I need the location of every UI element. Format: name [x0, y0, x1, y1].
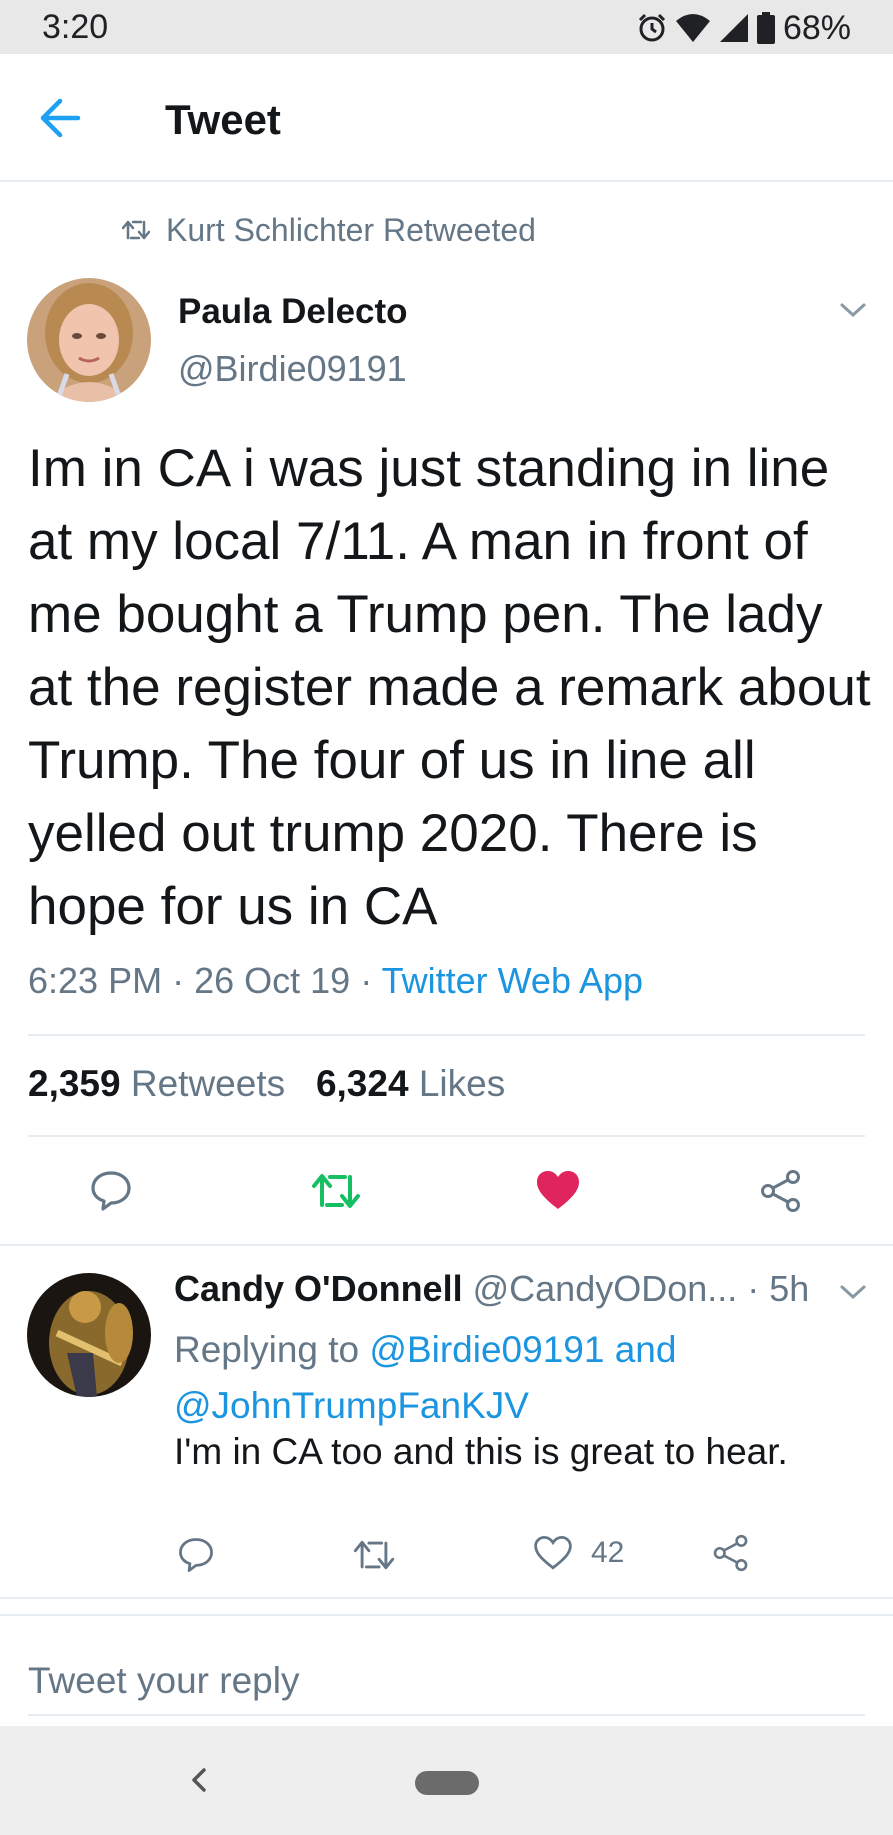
retweet-context: Kurt Schlichter Retweeted — [122, 210, 536, 250]
signal-icon — [719, 14, 748, 42]
wifi-icon — [675, 14, 710, 42]
section-divider — [0, 1597, 893, 1599]
tweet-text: Im in CA i was just standing in line at … — [28, 439, 871, 936]
reply-author-avatar[interactable] — [27, 1273, 151, 1397]
meta-separator: · — [172, 960, 185, 1001]
tweet-menu-button[interactable] — [838, 300, 868, 320]
tweet-stats: 2,359 Retweets 6,324 Likes — [28, 1063, 505, 1105]
retweets-label: Retweets — [130, 1063, 286, 1104]
reply-retweet-button[interactable] — [352, 1538, 396, 1572]
status-time: 3:20 — [42, 8, 109, 46]
heart-filled-icon — [537, 1171, 579, 1209]
tweet-time: 6:23 PM — [28, 960, 163, 1001]
author-avatar[interactable] — [27, 278, 151, 402]
share-icon — [761, 1170, 800, 1212]
likes-label: Likes — [418, 1063, 506, 1104]
retweet-icon — [122, 220, 150, 240]
author-handle[interactable]: @Birdie09191 — [178, 348, 407, 390]
retweet-icon — [312, 1174, 360, 1208]
divider — [28, 1034, 865, 1036]
battery-icon — [756, 12, 775, 44]
back-button[interactable] — [38, 96, 86, 140]
reply-author-handle[interactable]: @CandyODon... — [473, 1268, 738, 1309]
tweet-date: 26 Oct 19 — [194, 960, 351, 1001]
reply-like-count: 42 — [591, 1536, 625, 1569]
battery-percent: 68% — [782, 8, 851, 47]
comment-icon — [179, 1538, 213, 1572]
chevron-down-icon — [840, 1285, 866, 1300]
share-icon — [713, 1534, 748, 1572]
replying-to: Replying to @Birdie09191 and @JohnTrumpF… — [174, 1322, 864, 1434]
divider — [28, 1135, 865, 1137]
comment-icon — [91, 1171, 131, 1211]
compose-top-divider — [0, 1614, 893, 1616]
reply-button[interactable] — [89, 1169, 133, 1213]
replying-to-prefix: Replying to — [174, 1329, 360, 1370]
reply-share-button[interactable] — [712, 1534, 750, 1572]
tweet-metadata: 6:23 PM · 26 Oct 19 · Twitter Web App — [28, 960, 643, 1002]
chevron-down-icon — [840, 303, 866, 318]
arrow-left-icon — [40, 98, 81, 138]
reply-avatar-image — [27, 1273, 151, 1397]
page-title: Tweet — [165, 96, 281, 143]
status-bar: 3:20 68% — [0, 0, 893, 54]
likes-count: 6,324 — [315, 1063, 409, 1104]
likes-stat[interactable]: 6,324 Likes — [316, 1063, 505, 1104]
reply-header: Candy O'Donnell @CandyODon... · 5h — [174, 1268, 809, 1310]
meta-separator: · — [360, 960, 373, 1001]
retweets-stat[interactable]: 2,359 Retweets — [28, 1063, 285, 1104]
author-avatar-image — [27, 278, 151, 402]
system-nav-bar — [0, 1726, 893, 1835]
reply-reply-button[interactable] — [177, 1536, 215, 1574]
share-button[interactable] — [759, 1169, 803, 1213]
reply-text: I'm in CA too and this is great to hear. — [174, 1431, 788, 1472]
status-icons: 68% — [637, 8, 851, 48]
chevron-left-icon — [192, 1768, 206, 1792]
author-name[interactable]: Paula Delecto — [178, 292, 408, 332]
reply-age: · 5h — [747, 1268, 810, 1309]
heart-outline-icon — [534, 1535, 572, 1570]
reply-author-name[interactable]: Candy O'Donnell — [174, 1268, 463, 1309]
retweet-button[interactable] — [311, 1171, 361, 1211]
top-app-bar: Tweet — [0, 54, 893, 182]
replying-to-and[interactable]: and — [615, 1329, 677, 1370]
nav-back-button[interactable] — [186, 1758, 212, 1802]
retweets-count: 2,359 — [28, 1063, 121, 1104]
retweeted-by-text: Kurt Schlichter Retweeted — [166, 211, 536, 248]
replying-to-mention[interactable]: @Birdie09191 — [369, 1329, 604, 1370]
like-button[interactable] — [535, 1169, 581, 1211]
reply-compose-input[interactable] — [28, 1648, 865, 1716]
alarm-icon — [638, 13, 665, 42]
section-divider — [0, 1244, 893, 1246]
nav-home-pill[interactable] — [415, 1771, 479, 1795]
replying-to-mention[interactable]: @JohnTrumpFanKJV — [174, 1385, 529, 1426]
retweet-icon — [353, 1540, 395, 1570]
reply-like-button[interactable]: 42 — [533, 1534, 624, 1572]
reply-menu-button[interactable] — [838, 1282, 868, 1302]
tweet-source-link[interactable]: Twitter Web App — [382, 960, 643, 1001]
